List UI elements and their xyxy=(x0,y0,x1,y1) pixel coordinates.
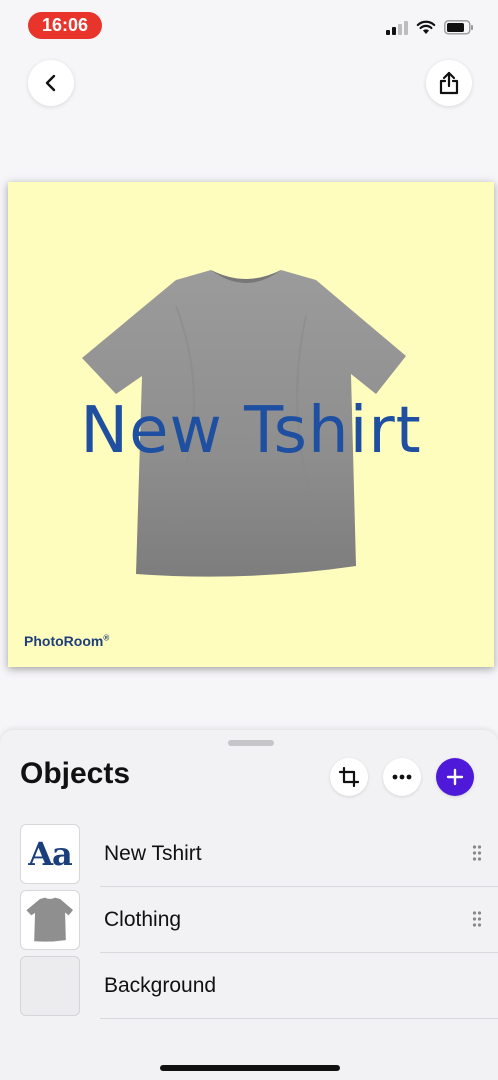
image-canvas[interactable]: New Tshirt PhotoRoom® xyxy=(8,182,494,667)
text-object-thumbnail: Aa xyxy=(20,824,80,884)
clothing-object-thumbnail xyxy=(20,890,80,950)
object-label: New Tshirt xyxy=(104,842,202,865)
more-button[interactable] xyxy=(383,758,421,796)
status-icons xyxy=(386,20,474,35)
battery-icon xyxy=(444,20,473,35)
back-button[interactable] xyxy=(28,60,74,106)
photoroom-watermark: PhotoRoom® xyxy=(24,633,110,649)
crop-icon xyxy=(339,767,359,787)
tshirt-thumbnail-image xyxy=(26,897,73,942)
status-time: 16:06 xyxy=(28,12,102,39)
more-icon xyxy=(392,774,412,780)
add-object-button[interactable] xyxy=(436,758,474,796)
drag-handle-icon[interactable] xyxy=(472,844,482,862)
text-thumbnail-glyph: Aa xyxy=(28,835,73,873)
status-bar: 16:06 xyxy=(0,0,498,50)
share-button[interactable] xyxy=(426,60,472,106)
share-icon xyxy=(439,71,459,95)
home-indicator[interactable] xyxy=(160,1065,340,1071)
drag-handle-icon[interactable] xyxy=(472,910,482,928)
object-row-text[interactable]: Aa New Tshirt xyxy=(0,820,498,887)
cellular-signal-icon xyxy=(386,20,408,35)
objects-sheet: Objects Aa New Tshirt Clothing Backgroun… xyxy=(0,730,498,1080)
sheet-grabber[interactable] xyxy=(228,740,274,746)
plus-icon xyxy=(446,768,464,786)
wifi-icon xyxy=(416,20,436,34)
object-row-background[interactable]: Background xyxy=(0,952,498,1019)
sheet-title: Objects xyxy=(20,757,131,790)
background-object-thumbnail xyxy=(20,956,80,1016)
crop-button[interactable] xyxy=(330,758,368,796)
row-divider xyxy=(100,1018,498,1019)
object-label: Clothing xyxy=(104,908,182,931)
object-label: Background xyxy=(104,974,217,997)
chevron-left-icon xyxy=(45,74,56,92)
overlay-text[interactable]: New Tshirt xyxy=(8,394,494,468)
object-row-clothing[interactable]: Clothing xyxy=(0,886,498,953)
